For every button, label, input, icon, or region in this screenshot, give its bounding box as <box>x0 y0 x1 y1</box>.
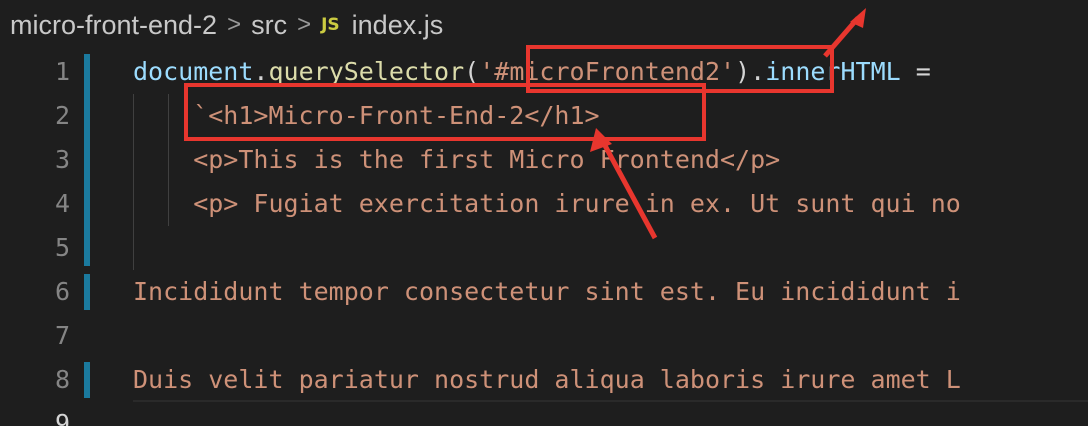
code-text: Incididunt tempor consectetur sint est. … <box>133 270 961 314</box>
breadcrumb-subfolder[interactable]: src <box>251 10 287 41</box>
current-line-highlight <box>133 400 1088 402</box>
code-text: <p>This is the first Micro Frontend</p> <box>193 138 780 182</box>
line-number: 3 <box>54 145 70 174</box>
code-text: Duis velit pariatur nostrud aliqua labor… <box>133 358 961 402</box>
javascript-file-icon: JS <box>321 15 340 35</box>
code-line[interactable]: 8 Duis velit pariatur nostrud aliqua labo… <box>0 358 1088 402</box>
line-number: 6 <box>54 277 70 306</box>
git-change-indicator[interactable] <box>84 274 90 310</box>
line-number: 9 <box>54 409 70 426</box>
indent-guide <box>133 94 134 270</box>
chevron-right-icon: > <box>297 11 312 38</box>
code-line[interactable]: 5 <box>0 226 1088 270</box>
code-token: ( <box>464 57 480 86</box>
indent-guide <box>168 94 169 226</box>
code-line[interactable]: 4 <p> Fugiat exercitation irure in ex. Ut… <box>0 182 1088 226</box>
line-number: 2 <box>54 101 70 130</box>
code-line[interactable]: 6 Incididunt tempor consectetur sint est.… <box>0 270 1088 314</box>
chevron-right-icon: > <box>227 11 242 38</box>
breadcrumb: micro-front-end-2 > src > JS index.js <box>0 0 1088 50</box>
line-number: 7 <box>54 321 70 350</box>
breadcrumb-file[interactable]: index.js <box>352 10 444 41</box>
code-line[interactable]: 7 <box>0 314 1088 358</box>
code-token: <p> Fugiat exercitation irure in ex. Ut … <box>193 189 961 218</box>
code-token: document <box>133 57 254 86</box>
line-number: 8 <box>54 365 70 394</box>
annotation-box-heading <box>184 83 706 141</box>
code-token: <p>This is the first Micro Frontend</p> <box>193 145 781 174</box>
git-change-indicator[interactable] <box>84 362 90 398</box>
breadcrumb-folder[interactable]: micro-front-end-2 <box>10 10 217 41</box>
code-token: Incididunt tempor consectetur sint est. … <box>133 277 961 306</box>
code-token: . <box>253 57 269 86</box>
line-number: 4 <box>54 189 70 218</box>
line-number: 1 <box>54 57 70 86</box>
code-text: <p> Fugiat exercitation irure in ex. Ut … <box>193 182 961 226</box>
git-change-indicator[interactable] <box>84 54 90 266</box>
code-token: = <box>900 57 931 86</box>
line-number: 5 <box>54 233 70 262</box>
code-line[interactable]: 9 <box>0 402 1088 426</box>
code-token: querySelector <box>268 57 465 86</box>
code-line[interactable]: 3 <p>This is the first Micro Frontend</p> <box>0 138 1088 182</box>
code-token: Duis velit pariatur nostrud aliqua labor… <box>133 365 961 394</box>
